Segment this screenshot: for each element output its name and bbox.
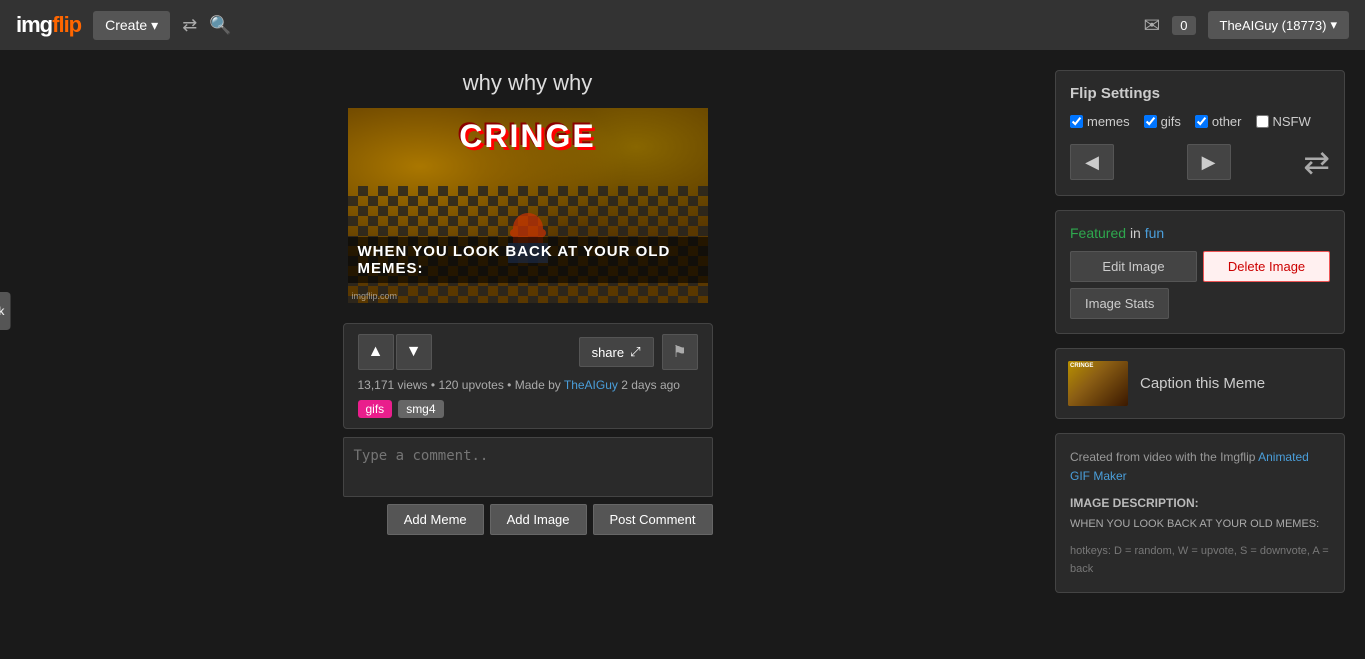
comment-input[interactable]: [343, 437, 713, 497]
search-icon[interactable]: 🔍: [209, 15, 231, 36]
delete-image-button[interactable]: Delete Image: [1203, 251, 1330, 282]
featured-text: Featured in fun: [1070, 225, 1330, 241]
tag-smg4[interactable]: smg4: [398, 400, 443, 418]
feedback-label: Feedback: [0, 304, 4, 318]
right-sidebar: Flip Settings memes gifs other NSFW ◀ ▶: [1055, 70, 1345, 593]
downvote-button[interactable]: ▼: [396, 334, 432, 370]
meme-image-wrapper: CRINGE WHEN YOU LOOK BACK AT YOUR OLD ME…: [348, 108, 708, 303]
flip-settings-title: Flip Settings: [1070, 85, 1330, 102]
comment-section: Add Meme Add Image Post Comment: [343, 437, 713, 535]
left-content: why why why CRINGE WHEN YOU LOOK BACK AT…: [20, 70, 1035, 593]
add-image-label: Add Image: [507, 512, 570, 527]
meme-text-bottom: WHEN YOU LOOK BACK AT YOUR OLD MEMES:: [358, 243, 671, 277]
create-dropdown-icon: ▾: [151, 17, 158, 34]
edit-image-label: Edit Image: [1102, 259, 1164, 274]
share-label: share: [592, 345, 625, 360]
shuffle-icon[interactable]: ⇄: [1303, 143, 1330, 181]
logo[interactable]: imgflip: [16, 12, 81, 38]
image-stats-label: Image Stats: [1085, 296, 1154, 311]
feedback-tab[interactable]: Feedback: [0, 292, 10, 330]
post-comment-label: Post Comment: [610, 512, 696, 527]
desc-text: WHEN YOU LOOK BACK AT YOUR OLD MEMES:: [1070, 518, 1319, 530]
separator2: •: [507, 378, 515, 392]
add-meme-button[interactable]: Add Meme: [387, 504, 484, 535]
next-arrow-button[interactable]: ▶: [1187, 144, 1231, 180]
time-ago: 2 days ago: [621, 378, 680, 392]
flag-button[interactable]: ⚑: [662, 334, 698, 370]
meme-watermark: imgflip.com: [352, 291, 398, 301]
info-section: Created from video with the Imgflip Anim…: [1055, 433, 1345, 593]
desc-label: IMAGE DESCRIPTION:: [1070, 494, 1330, 513]
flip-settings-panel: Flip Settings memes gifs other NSFW ◀ ▶: [1055, 70, 1345, 196]
meme-image: CRINGE WHEN YOU LOOK BACK AT YOUR OLD ME…: [348, 108, 708, 303]
checkbox-nsfw[interactable]: NSFW: [1256, 114, 1311, 129]
checkbox-gifs[interactable]: gifs: [1144, 114, 1181, 129]
add-image-button[interactable]: Add Image: [490, 504, 587, 535]
meme-text-bottom-wrapper: WHEN YOU LOOK BACK AT YOUR OLD MEMES:: [348, 237, 708, 283]
hotkeys-text: hotkeys: D = random, W = upvote, S = dow…: [1070, 545, 1329, 575]
add-meme-label: Add Meme: [404, 512, 467, 527]
in-word: in: [1130, 225, 1145, 241]
user-dropdown-icon: ▾: [1330, 17, 1337, 33]
author-link[interactable]: TheAIGuy: [564, 378, 618, 392]
caption-thumbnail: CRINGE: [1068, 361, 1128, 406]
image-stats-button[interactable]: Image Stats: [1070, 288, 1169, 319]
vote-buttons: ▲ ▼: [358, 334, 432, 370]
notification-badge[interactable]: 0: [1172, 16, 1195, 35]
tag-gifs[interactable]: gifs: [358, 400, 393, 418]
created-text: Created from video with the Imgflip: [1070, 450, 1255, 464]
shuffle-header-icon[interactable]: ⇄: [182, 15, 197, 36]
checkbox-row: memes gifs other NSFW: [1070, 114, 1330, 129]
create-button[interactable]: Create ▾: [93, 11, 170, 40]
caption-label: Caption this Meme: [1140, 375, 1265, 392]
stats-row: 13,171 views • 120 upvotes • Made by The…: [358, 378, 698, 392]
fun-word: fun: [1145, 225, 1164, 241]
upvotes-count: 120 upvotes: [438, 378, 503, 392]
post-comment-button[interactable]: Post Comment: [593, 504, 713, 535]
create-label: Create: [105, 17, 147, 33]
hotkeys-row: hotkeys: D = random, W = upvote, S = dow…: [1070, 543, 1330, 578]
meme-text-cringe: CRINGE: [348, 118, 708, 155]
featured-word: Featured: [1070, 225, 1126, 241]
prev-arrow-button[interactable]: ◀: [1070, 144, 1114, 180]
mail-icon[interactable]: ✉: [1144, 13, 1161, 38]
user-label: TheAIGuy (18773): [1220, 18, 1327, 33]
upvote-button[interactable]: ▲: [358, 334, 394, 370]
checkbox-memes[interactable]: memes: [1070, 114, 1130, 129]
views-count: 13,171 views: [358, 378, 428, 392]
user-menu-button[interactable]: TheAIGuy (18773) ▾: [1208, 11, 1349, 39]
tags-row: gifs smg4: [358, 400, 698, 418]
delete-image-label: Delete Image: [1228, 259, 1305, 274]
made-by-label: Made by: [515, 378, 561, 392]
share-button[interactable]: share ⤢: [579, 337, 654, 367]
share-icon: ⤢: [630, 344, 640, 360]
edit-image-button[interactable]: Edit Image: [1070, 251, 1197, 282]
checkbox-other[interactable]: other: [1195, 114, 1242, 129]
action-bar: ▲ ▼ share ⤢ ⚑ 13,171 views • 120 upvotes…: [343, 323, 713, 429]
caption-section[interactable]: CRINGE Caption this Meme: [1055, 348, 1345, 419]
featured-panel: Featured in fun Edit Image Delete Image …: [1055, 210, 1345, 334]
meme-title: why why why: [463, 70, 593, 96]
header: imgflip Create ▾ ⇄ 🔍 ✉ 0 TheAIGuy (18773…: [0, 0, 1365, 50]
nav-row: ◀ ▶ ⇄: [1070, 143, 1330, 181]
